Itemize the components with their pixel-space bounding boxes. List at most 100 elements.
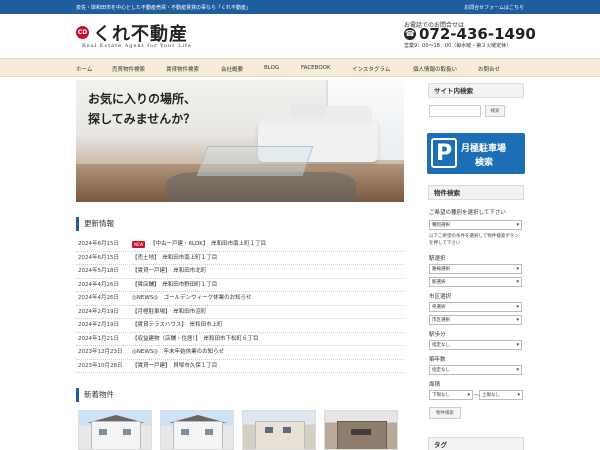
pref-select[interactable]: 県選択 ▾: [429, 302, 522, 312]
nav-contact[interactable]: お問合せ: [478, 65, 500, 73]
new-badge: NEW: [132, 241, 146, 248]
walk-select-value: 指定なし: [432, 343, 450, 348]
news-link[interactable]: ◎NEWS◎ 年末年始休業のお知らせ: [132, 346, 224, 359]
house-body: [91, 421, 141, 449]
city-select[interactable]: 市区選択 ▾: [429, 315, 522, 325]
property-thumbnail[interactable]: [242, 410, 316, 450]
property-thumbnail[interactable]: [160, 410, 234, 450]
area-min-select[interactable]: 下限なし ▾: [429, 390, 473, 400]
news-item[interactable]: 2024年2月19日 【賃貸テラスハウス】 岸和田市上町: [76, 319, 404, 333]
property-thumbnail[interactable]: [324, 410, 398, 450]
news-date: 2024年6月15日: [78, 241, 119, 247]
news-item[interactable]: 2023年10月28日 【賃貸一戸建】 貝塚市久保１丁目: [76, 360, 404, 373]
news-date: 2024年2月19日: [78, 308, 119, 315]
news-link[interactable]: 【収益建物（店舗・住居）】 岸和田市下松町６丁目: [132, 333, 259, 346]
news-date: 2024年1月21日: [78, 335, 119, 342]
news-item[interactable]: 2024年6月15日 【売土地】 岸和田市南上町１丁目: [76, 252, 404, 265]
age-select[interactable]: 指定なし ▾: [429, 365, 522, 375]
news-item[interactable]: 2024年2月19日 【月極駐車場】 岸和田市沼町: [76, 306, 404, 319]
news-item[interactable]: 2023年12月23日 ◎NEWS◎ 年末年始休業のお知らせ: [76, 346, 404, 360]
area-min-value: 下限なし: [432, 393, 450, 398]
nav-facebook[interactable]: FACEBOOK: [301, 65, 331, 71]
new-properties-title: 新着物件: [76, 388, 404, 402]
property-search-button[interactable]: 物件検索: [429, 407, 461, 419]
nav-instagram[interactable]: インスタグラム: [352, 65, 390, 73]
hero-pillow: [290, 104, 326, 118]
type-select[interactable]: 種別選択 ▾: [429, 220, 522, 230]
hero-catch-line1: お気に入りの場所、: [88, 92, 197, 106]
news-link[interactable]: 【賃貸一戸建】 貝塚市久保１丁目: [132, 360, 217, 373]
news-date: 2023年12月23日: [78, 349, 123, 355]
route-select[interactable]: 路線選択 ▾: [429, 264, 522, 274]
house-body: [255, 421, 305, 449]
area-max-value: 上限なし: [482, 393, 500, 398]
station-select[interactable]: 駅選択 ▾: [429, 277, 522, 287]
top-bar: 泉佐・岸和田市を中心とした不動産売買・不動産賃貸の事なら「くれ不動産」 お問合せ…: [0, 0, 600, 14]
news-link[interactable]: 【賃貸テラスハウス】 岸和田市上町: [132, 319, 223, 332]
hero-rug: [166, 172, 356, 202]
nav-company[interactable]: 会社概要: [221, 65, 243, 73]
house-window: [283, 427, 291, 433]
chevron-down-icon: ▾: [516, 342, 519, 348]
news-item[interactable]: 2024年4月26日 ◎NEWS◎ ゴールデンウィーク休業のお知らせ: [76, 292, 404, 306]
tel-number[interactable]: 072-436-1490: [419, 25, 536, 43]
hero-catch-line2: 探してみませんか？: [88, 112, 196, 126]
site-search-button[interactable]: 検索: [485, 105, 505, 117]
news-list: 2024年6月15日 NEW 【中古一戸建・6LDK】 岸和田市南上町１丁目 2…: [76, 238, 404, 373]
news-link[interactable]: 【売土地】 岸和田市南上町１丁目: [132, 252, 217, 265]
walk-label: 駅歩分: [429, 332, 446, 338]
news-item[interactable]: 2024年5月18日 【賃貸一戸建】 岸和田市北町: [76, 265, 404, 279]
chevron-down-icon: ▾: [516, 279, 519, 285]
city-select-value: 市区選択: [432, 318, 450, 323]
property-thumbnail[interactable]: [78, 410, 152, 450]
chevron-down-icon: ▾: [467, 392, 470, 398]
contact-form-link[interactable]: お問合せフォームはこちら: [464, 4, 524, 11]
nav-home[interactable]: ホーム: [76, 65, 92, 73]
property-search-box: 物件検索: [428, 185, 524, 200]
house-window: [265, 427, 273, 433]
chevron-down-icon: ▾: [516, 266, 519, 272]
news-item[interactable]: 2024年1月21日 【収益建物（店舗・住居）】 岸和田市下松町６丁目: [76, 333, 404, 346]
hero-table: [196, 146, 314, 176]
news-link[interactable]: 【賃店舗】 岸和田市野田町１丁目: [132, 279, 217, 292]
type-select-value: 種別選択: [432, 223, 450, 228]
area-max-select[interactable]: 上限なし ▾: [479, 390, 523, 400]
pref-select-value: 県選択: [432, 305, 446, 310]
walk-select[interactable]: 指定なし ▾: [429, 340, 522, 350]
house-window: [99, 429, 107, 435]
news-link[interactable]: 【賃貸一戸建】 岸和田市北町: [132, 265, 206, 278]
news-date: 2024年5月18日: [78, 268, 119, 274]
news-date: 2024年4月26日: [78, 281, 119, 288]
nav-blog[interactable]: BLOG: [264, 65, 279, 71]
nav-sale-search[interactable]: 売買物件検索: [112, 65, 145, 73]
parking-banner-line1: 月極駐車場: [461, 144, 507, 154]
type-prompt: ご希望の種別を選択して下さい: [429, 210, 506, 216]
house-window: [181, 429, 189, 435]
house-body: [337, 421, 387, 449]
house-window: [205, 429, 213, 435]
site-search-input[interactable]: [429, 105, 481, 117]
news-link[interactable]: 【月極駐車場】 岸和田市沼町: [132, 306, 206, 319]
logo-mark-icon[interactable]: CD: [76, 26, 89, 39]
house-window: [123, 429, 131, 435]
house-window: [351, 429, 371, 435]
chevron-down-icon: ▾: [516, 317, 519, 323]
news-date: 2024年4月26日: [78, 295, 119, 301]
news-date: 2023年10月28日: [78, 362, 123, 369]
news-item[interactable]: 2024年4月26日 【賃店舗】 岸和田市野田町１丁目: [76, 279, 404, 292]
age-select-value: 指定なし: [432, 368, 450, 373]
news-section-title: 更新情報: [76, 217, 404, 231]
news-link[interactable]: 【中古一戸建・6LDK】 岸和田市南上町１丁目: [150, 238, 266, 251]
parking-search-banner[interactable]: P 月極駐車場 検索: [427, 133, 525, 174]
phone-icon: ☎: [404, 28, 416, 40]
type-note: 以下ご希望の条件を選択して物件検索ボタンを押して下さい: [429, 234, 519, 246]
nav-privacy[interactable]: 個人情報の取扱い: [413, 65, 457, 73]
route-select-value: 路線選択: [432, 267, 450, 272]
tag-title: タグ: [428, 437, 524, 450]
nav-rent-search[interactable]: 賃貸物件検索: [166, 65, 199, 73]
news-item[interactable]: 2024年6月15日 NEW 【中古一戸建・6LDK】 岸和田市南上町１丁目: [76, 238, 404, 252]
station-select-value: 駅選択: [432, 280, 446, 285]
news-link[interactable]: ◎NEWS◎ ゴールデンウィーク休業のお知らせ: [132, 292, 252, 305]
site-search-box: サイト内検索: [428, 83, 524, 98]
site-description: 泉佐・岸和田市を中心とした不動産売買・不動産賃貸の事なら「くれ不動産」: [76, 5, 252, 11]
